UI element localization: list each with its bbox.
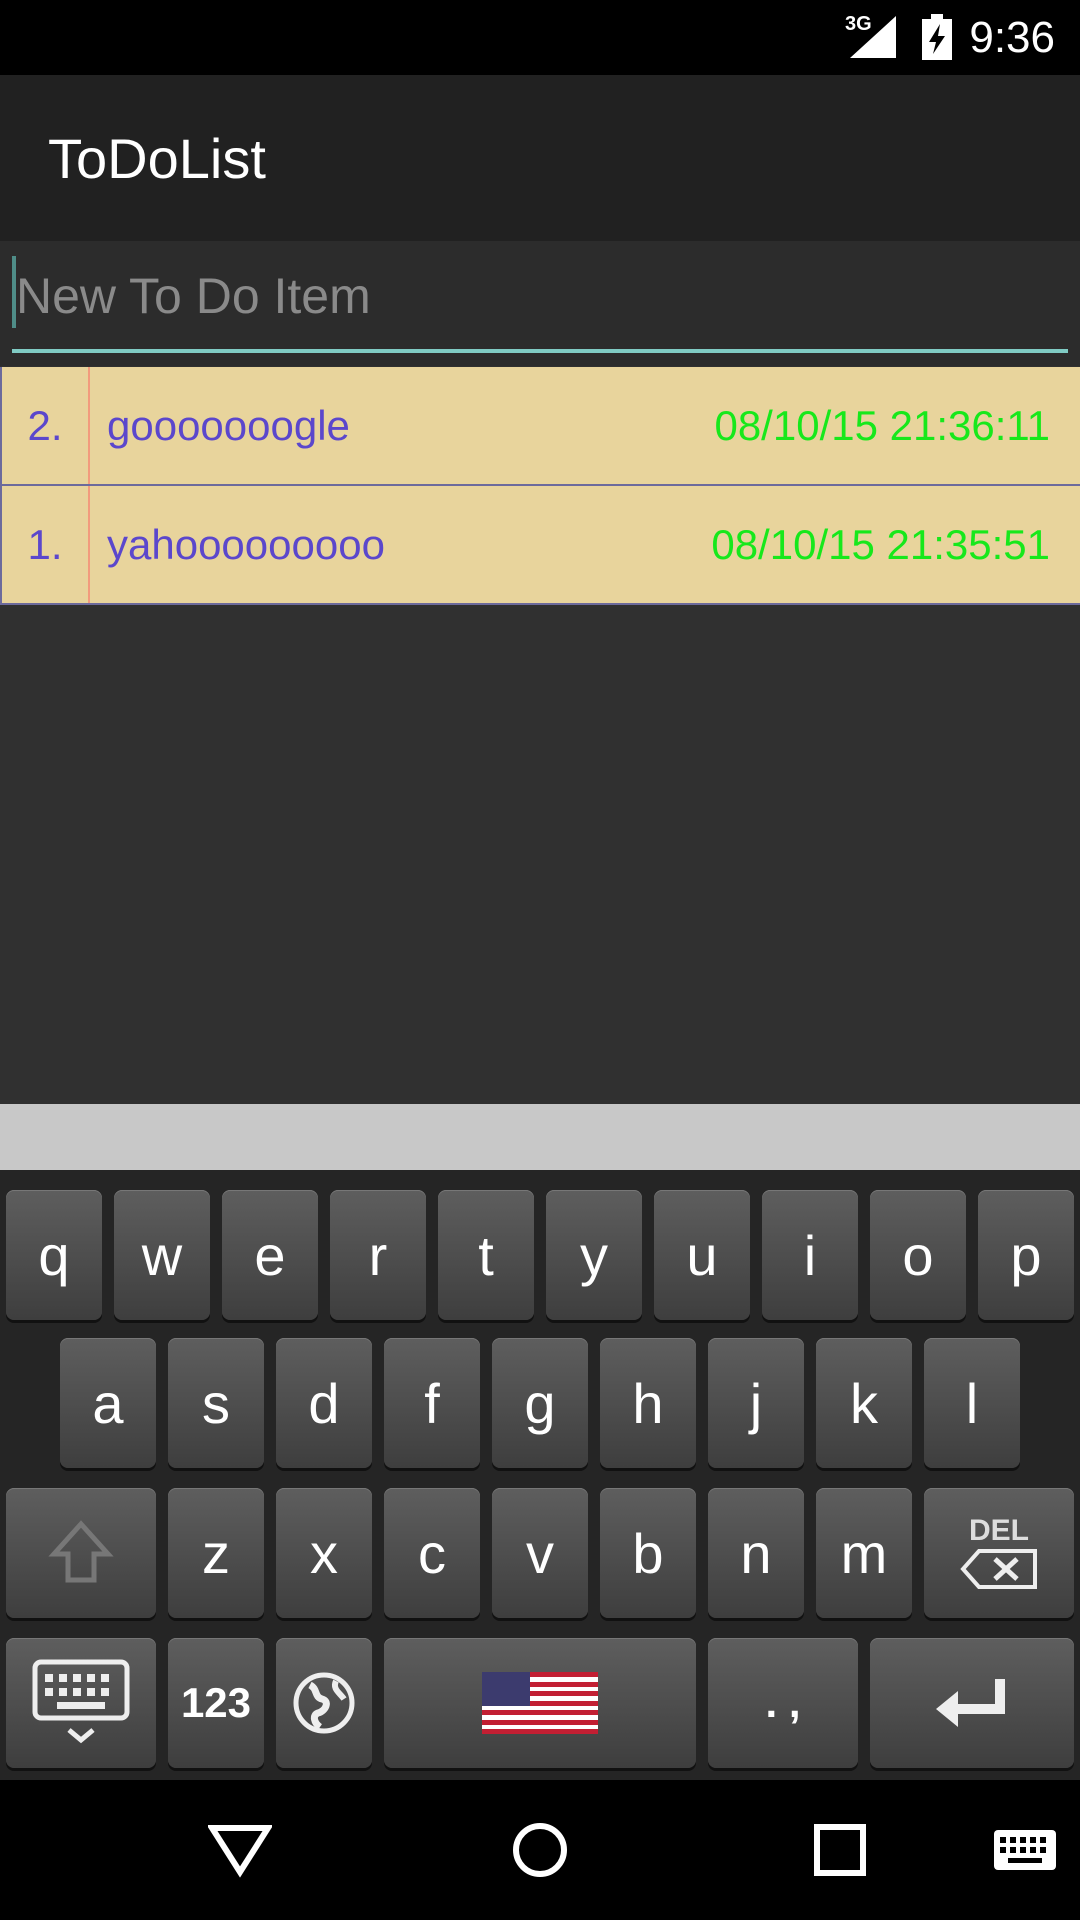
key-r[interactable]: r	[330, 1190, 426, 1320]
key-b[interactable]: b	[600, 1488, 696, 1618]
enter-icon	[936, 1679, 1005, 1727]
status-bar: 3G 9:36	[0, 0, 1080, 75]
recents-button[interactable]	[800, 1810, 880, 1890]
navigation-bar	[0, 1780, 1080, 1920]
key-n[interactable]: n	[708, 1488, 804, 1618]
key-u[interactable]: u	[654, 1190, 750, 1320]
home-circle-icon	[513, 1823, 567, 1877]
todo-timestamp: 08/10/15 21:36:11	[714, 402, 1050, 449]
new-item-input-area	[0, 241, 1080, 366]
key-w[interactable]: w	[114, 1190, 210, 1320]
key-j[interactable]: j	[708, 1338, 804, 1468]
back-button[interactable]	[200, 1810, 280, 1890]
action-bar: ToDoList	[0, 75, 1080, 241]
todo-row[interactable]: 2. gooooooogle 08/10/15 21:36:11	[0, 367, 1080, 486]
key-h[interactable]: h	[600, 1338, 696, 1468]
shift-key[interactable]	[6, 1488, 156, 1618]
status-clock: 9:36	[969, 13, 1055, 62]
keyboard-icon	[32, 1659, 130, 1744]
soft-keyboard: q w e r t y u i o p a s d f g h j k l z …	[0, 1170, 1080, 1780]
suggestion-bar	[0, 1104, 1080, 1170]
delete-key[interactable]: DEL	[924, 1488, 1074, 1618]
key-d[interactable]: d	[276, 1338, 372, 1468]
key-g[interactable]: g	[492, 1338, 588, 1468]
todo-text: gooooooogle	[107, 402, 350, 449]
key-q[interactable]: q	[6, 1190, 102, 1320]
recents-square-icon	[814, 1824, 866, 1876]
us-flag-icon	[482, 1672, 598, 1734]
key-v[interactable]: v	[492, 1488, 588, 1618]
space-key[interactable]	[384, 1638, 696, 1768]
key-l[interactable]: l	[924, 1338, 1020, 1468]
numbers-key[interactable]: 123	[168, 1638, 264, 1768]
key-s[interactable]: s	[168, 1338, 264, 1468]
home-button[interactable]	[500, 1810, 580, 1890]
signal-icon	[850, 16, 896, 58]
delete-key-label: DEL	[969, 1514, 1029, 1547]
key-t[interactable]: t	[438, 1190, 534, 1320]
enter-key[interactable]	[870, 1638, 1074, 1768]
battery-charging-icon	[922, 14, 952, 60]
punctuation-key[interactable]: . ,	[708, 1638, 858, 1768]
key-k[interactable]: k	[816, 1338, 912, 1468]
ime-switcher-button[interactable]	[980, 1810, 1070, 1890]
app-title: ToDoList	[48, 127, 266, 190]
todo-text: yahooooooooo	[107, 521, 385, 568]
new-todo-input[interactable]	[12, 261, 1068, 331]
language-key[interactable]	[276, 1638, 372, 1768]
back-triangle-icon	[208, 1825, 272, 1878]
key-a[interactable]: a	[60, 1338, 156, 1468]
keyboard-switch-icon	[994, 1830, 1056, 1870]
key-c[interactable]: c	[384, 1488, 480, 1618]
keyboard-settings-key[interactable]	[6, 1638, 156, 1768]
key-f[interactable]: f	[384, 1338, 480, 1468]
key-e[interactable]: e	[222, 1190, 318, 1320]
todo-row[interactable]: 1. yahooooooooo 08/10/15 21:35:51	[0, 486, 1080, 605]
key-o[interactable]: o	[870, 1190, 966, 1320]
key-x[interactable]: x	[276, 1488, 372, 1618]
todo-number: 1.	[2, 486, 90, 603]
shift-icon	[48, 1520, 114, 1583]
todo-list: 2. gooooooogle 08/10/15 21:36:11 1. yaho…	[0, 367, 1080, 605]
key-z[interactable]: z	[168, 1488, 264, 1618]
todo-number: 2.	[2, 367, 90, 484]
key-i[interactable]: i	[762, 1190, 858, 1320]
key-y[interactable]: y	[546, 1190, 642, 1320]
key-p[interactable]: p	[978, 1190, 1074, 1320]
input-underline	[12, 349, 1068, 353]
key-m[interactable]: m	[816, 1488, 912, 1618]
todo-timestamp: 08/10/15 21:35:51	[711, 521, 1050, 568]
globe-icon	[293, 1672, 355, 1734]
backspace-icon	[960, 1549, 1037, 1589]
